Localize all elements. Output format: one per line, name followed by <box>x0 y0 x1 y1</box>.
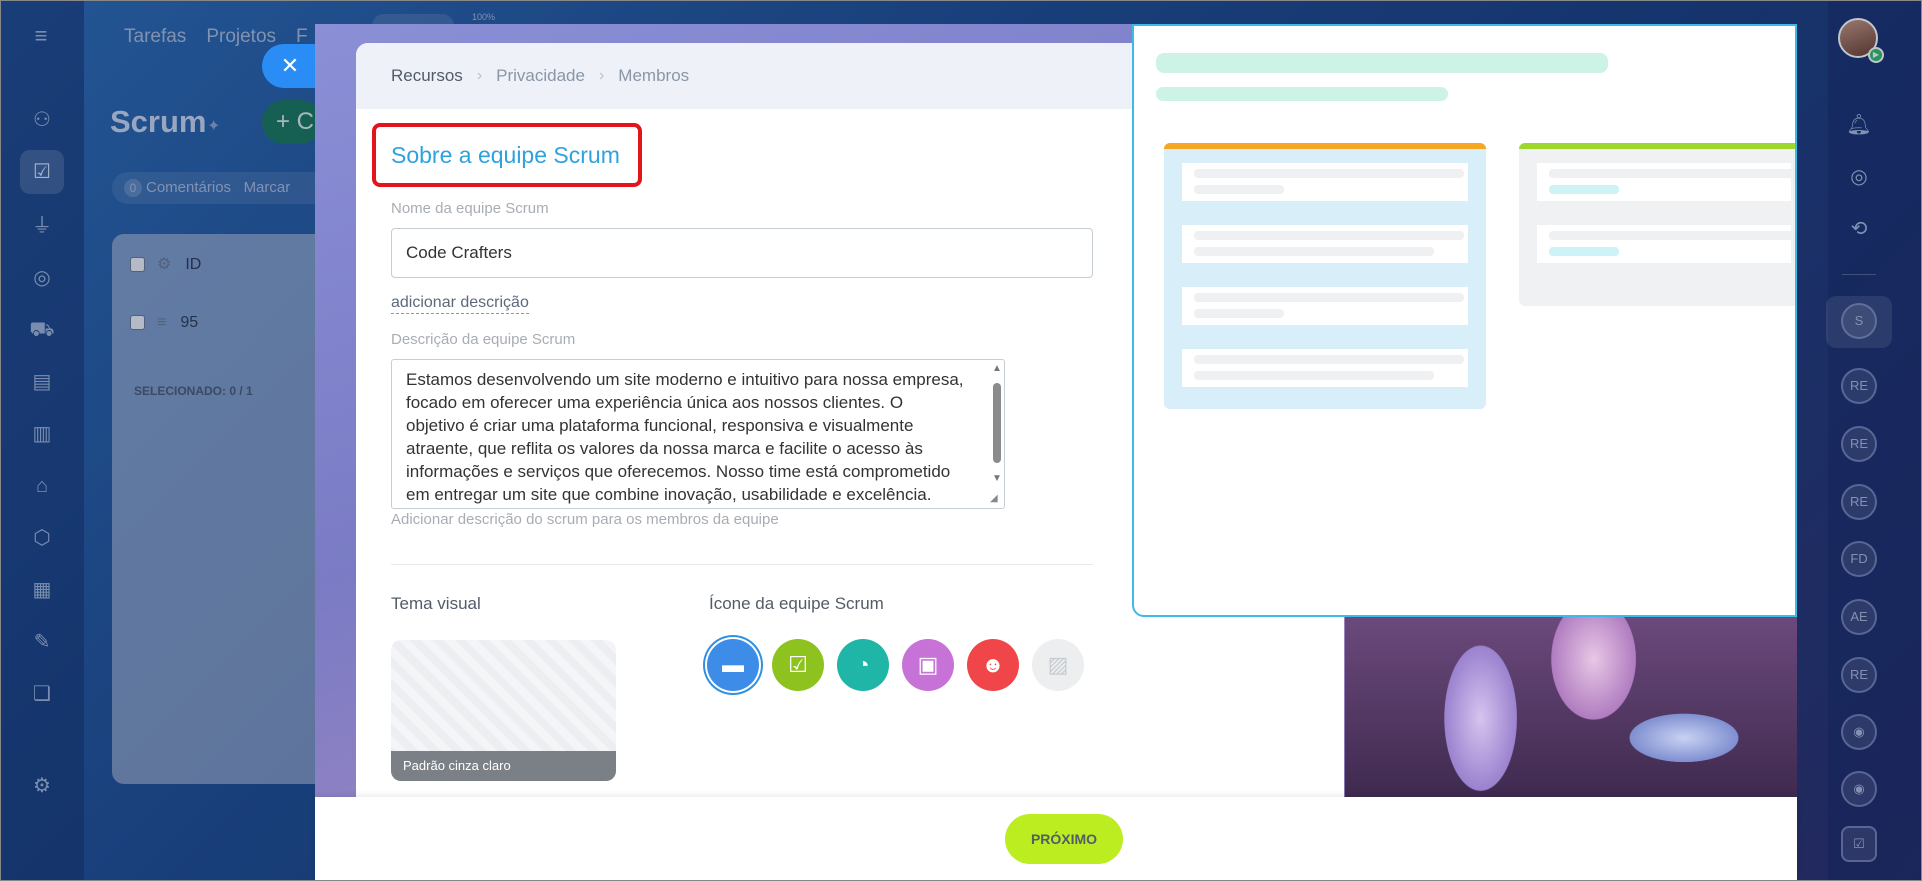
theme-label: Tema visual <box>391 594 481 613</box>
close-icon[interactable]: ✕ <box>262 44 318 88</box>
divider <box>391 564 1093 565</box>
image-icon[interactable]: ▨ <box>1032 639 1084 691</box>
textarea-scrollbar[interactable]: ▲ ▼ <box>990 361 1004 507</box>
preview-title-bar <box>1156 53 1608 73</box>
folder-icon[interactable]: ▬ <box>707 639 759 691</box>
description-textarea[interactable]: Estamos desenvolvendo um site moderno e … <box>391 359 1005 509</box>
description-hint: Adicionar descrição do scrum para os mem… <box>391 511 779 528</box>
description-label: Descrição da equipe Scrum <box>391 331 576 348</box>
breadcrumb-recursos[interactable]: Recursos <box>391 66 463 86</box>
section-heading: Sobre a equipe Scrum <box>391 142 620 168</box>
breadcrumb-membros[interactable]: Membros <box>618 66 689 86</box>
checklist-icon[interactable]: ☑ <box>772 639 824 691</box>
resize-handle-icon[interactable]: ◢ <box>990 493 998 504</box>
preview-subtitle-bar <box>1156 87 1448 101</box>
next-button[interactable]: PRÓXIMO <box>1005 814 1123 864</box>
icon-label: Ícone da equipe Scrum <box>709 594 884 613</box>
scroll-thumb[interactable] <box>993 383 1001 463</box>
breadcrumb-privacidade[interactable]: Privacidade <box>496 66 585 86</box>
scroll-down-icon[interactable]: ▼ <box>992 473 1002 484</box>
scroll-up-icon[interactable]: ▲ <box>992 363 1002 374</box>
theme-caption: Padrão cinza claro <box>391 751 616 781</box>
team-name-input[interactable] <box>391 228 1093 278</box>
briefcase-icon[interactable]: ▣ <box>902 639 954 691</box>
team-icon[interactable]: ☻ <box>967 639 1019 691</box>
chevron-right-icon: › <box>598 67 605 84</box>
background-photo <box>1345 600 1797 797</box>
preview-column <box>1519 143 1795 306</box>
name-label: Nome da equipe Scrum <box>391 200 549 217</box>
add-description-link[interactable]: adicionar descrição <box>391 294 529 314</box>
scrum-preview <box>1132 24 1797 617</box>
preview-column <box>1164 143 1486 409</box>
pie-chart-icon[interactable]: ◔ <box>837 639 889 691</box>
chevron-right-icon: › <box>476 67 483 84</box>
